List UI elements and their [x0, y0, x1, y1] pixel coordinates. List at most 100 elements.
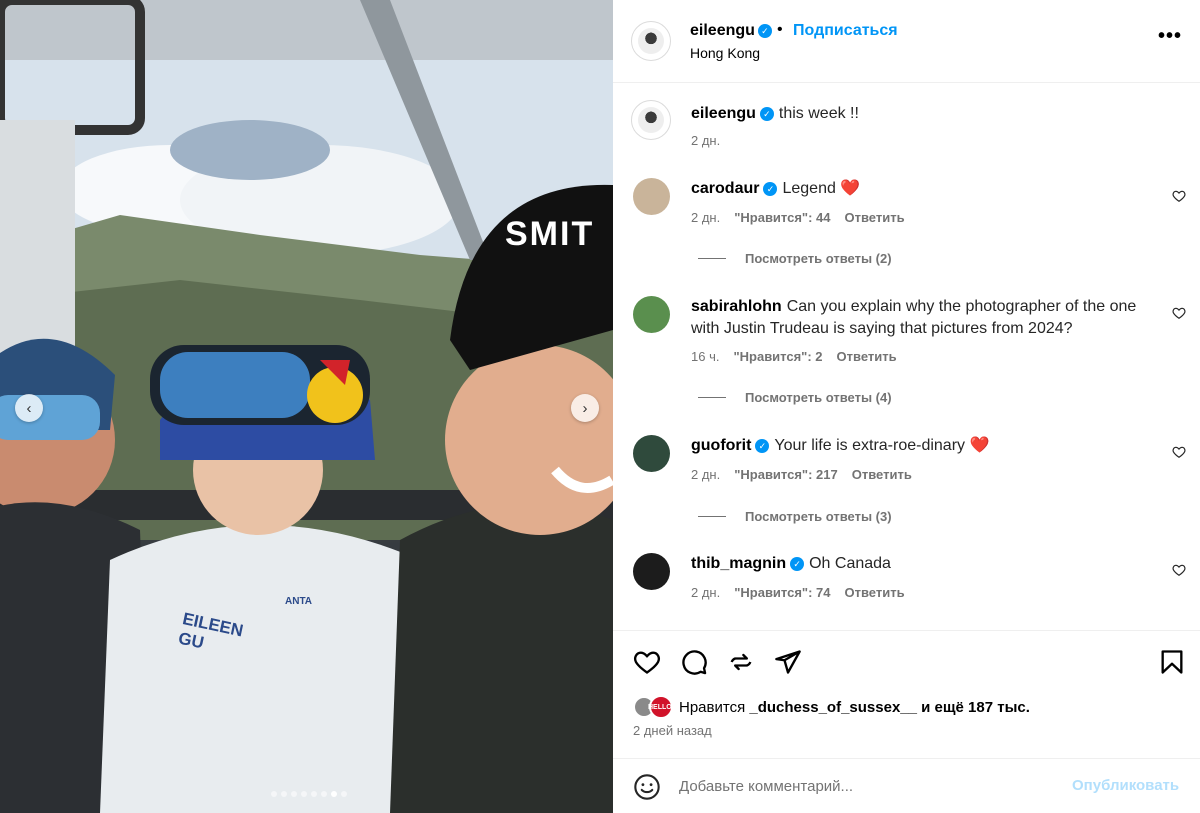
replies-divider — [698, 397, 726, 398]
caption: eileengu ✓ this week !! — [691, 103, 859, 125]
comment-username[interactable]: carodaur ✓ — [691, 180, 778, 197]
comment-like-heart-icon[interactable] — [1172, 445, 1186, 459]
carousel-dot — [271, 791, 277, 797]
view-replies-button[interactable]: Посмотреть ответы (2) — [698, 251, 892, 266]
comment-time[interactable]: 2 дн. — [691, 467, 720, 482]
comment-likes[interactable]: "Нравится": 74 — [734, 585, 830, 600]
verified-badge-icon: ✓ — [763, 182, 778, 196]
post-side-panel: eileengu ✓ • Подписаться Hong Kong ••• ei… — [613, 0, 1200, 813]
separator-dot: • — [777, 21, 783, 38]
verified-badge-icon: ✓ — [790, 557, 805, 571]
comment-likes[interactable]: "Нравится": 2 — [733, 349, 822, 364]
carousel-dot — [281, 791, 287, 797]
carousel-dot — [331, 791, 337, 797]
carousel-dot — [291, 791, 297, 797]
comment-text: Your life is extra-roe-dinary ❤️ — [774, 437, 990, 454]
owner-avatar[interactable] — [631, 21, 671, 61]
view-replies-label[interactable]: Посмотреть ответы (2) — [745, 251, 892, 266]
replies-divider — [698, 258, 726, 259]
comment-username[interactable]: thib_magnin ✓ — [691, 555, 805, 572]
comment-meta: 16 ч. "Нравится": 2 Ответить — [691, 349, 897, 364]
comment-time[interactable]: 2 дн. — [691, 210, 720, 225]
liker-avatar-hello: HELLO! — [648, 695, 674, 719]
brand-text: ANTA — [285, 596, 313, 607]
likes-summary[interactable]: HELLO! Нравится _duchess_of_sussex__ и е… — [633, 695, 1030, 719]
follow-button[interactable]: Подписаться — [793, 22, 898, 40]
reply-button[interactable]: Ответить — [845, 210, 905, 225]
chevron-right-icon: › — [582, 399, 588, 417]
commenter-avatar[interactable] — [633, 296, 670, 333]
verified-badge-icon: ✓ — [755, 439, 770, 453]
carousel-next-button[interactable]: › — [571, 394, 599, 422]
more-options-icon[interactable]: ••• — [1158, 25, 1182, 48]
comment-time[interactable]: 2 дн. — [691, 585, 720, 600]
carousel-prev-button[interactable]: ‹ — [15, 394, 43, 422]
reply-button[interactable]: Ответить — [852, 467, 912, 482]
post-header: eileengu ✓ • Подписаться Hong Kong ••• — [613, 0, 1200, 83]
comment-text: Legend ❤️ — [782, 180, 861, 197]
comment-meta: 2 дн. "Нравится": 217 Ответить — [691, 467, 912, 482]
commenter-avatar[interactable] — [633, 435, 670, 472]
caption-text: this week !! — [778, 105, 859, 122]
comment-meta: 2 дн. "Нравится": 44 Ответить — [691, 210, 905, 225]
verified-badge-icon: ✓ — [759, 107, 774, 121]
caption-username[interactable]: eileengu ✓ — [691, 105, 774, 122]
comment-username[interactable]: sabirahlohn — [691, 298, 782, 315]
comment-likes[interactable]: "Нравится": 217 — [734, 467, 838, 482]
carousel-dot — [321, 791, 327, 797]
comment: sabirahlohn Can you explain why the photo… — [691, 296, 1171, 340]
view-replies-label[interactable]: Посмотреть ответы (3) — [745, 509, 892, 524]
comment: thib_magnin ✓ Oh Canada — [691, 553, 891, 575]
heart-icon[interactable] — [633, 648, 661, 676]
caption-avatar[interactable] — [631, 100, 671, 140]
comment-like-heart-icon[interactable] — [1172, 306, 1186, 320]
comment-bar: Опубликовать — [613, 758, 1200, 813]
view-replies-button[interactable]: Посмотреть ответы (4) — [698, 390, 892, 405]
commenter-avatar[interactable] — [633, 178, 670, 215]
post-time[interactable]: 2 дней назад — [633, 723, 712, 738]
bookmark-icon[interactable] — [1158, 648, 1186, 676]
replies-divider — [698, 516, 726, 517]
location-label[interactable]: Hong Kong — [690, 45, 760, 61]
likes-user[interactable]: _duchess_of_sussex__ — [749, 699, 917, 716]
comment-text-line1: Can you explain why the photographer of … — [786, 298, 1137, 315]
photo-illustration — [0, 0, 613, 813]
reply-button[interactable]: Ответить — [845, 585, 905, 600]
caption-meta: 2 дн. — [691, 133, 720, 148]
verified-badge-icon: ✓ — [757, 24, 772, 38]
reply-button[interactable]: Ответить — [837, 349, 897, 364]
likes-prefix: Нравится — [679, 698, 746, 716]
emoji-icon[interactable] — [633, 773, 661, 801]
comment-like-heart-icon[interactable] — [1172, 563, 1186, 577]
publish-button[interactable]: Опубликовать — [1072, 777, 1179, 794]
owner-username-text[interactable]: eileengu — [690, 22, 755, 39]
post-photo[interactable]: SMIT EILEEN GU ANTA ‹ › — [0, 0, 613, 813]
comment-like-heart-icon[interactable] — [1172, 189, 1186, 203]
comment-likes[interactable]: "Нравится": 44 — [734, 210, 830, 225]
comment-input[interactable] — [679, 773, 1059, 799]
jacket-name-line2: GU — [176, 628, 206, 653]
carousel-dot — [301, 791, 307, 797]
likes-suffix[interactable]: и ещё 187 тыс. — [921, 699, 1030, 716]
carousel-dot — [311, 791, 317, 797]
comment-text: Oh Canada — [809, 555, 891, 572]
comment-username[interactable]: guoforit ✓ — [691, 437, 770, 454]
commenter-avatar[interactable] — [633, 553, 670, 590]
comment-meta: 2 дн. "Нравится": 74 Ответить — [691, 585, 905, 600]
carousel-dots — [271, 791, 347, 797]
view-replies-label[interactable]: Посмотреть ответы (4) — [745, 390, 892, 405]
caption-time[interactable]: 2 дн. — [691, 133, 720, 148]
post-actions: HELLO! Нравится _duchess_of_sussex__ и е… — [613, 630, 1200, 750]
helmet-text: SMIT — [505, 215, 595, 253]
comment-text-line2: with Justin Trudeau is saying that pictu… — [691, 320, 1073, 337]
comment-icon[interactable] — [680, 648, 708, 676]
owner-username[interactable]: eileengu ✓ — [690, 22, 772, 40]
send-icon[interactable] — [774, 648, 802, 676]
comment: carodaur ✓ Legend ❤️ — [691, 178, 860, 200]
repost-icon[interactable] — [727, 648, 755, 676]
comment-time[interactable]: 16 ч. — [691, 349, 719, 364]
view-replies-button[interactable]: Посмотреть ответы (3) — [698, 509, 892, 524]
chevron-left-icon: ‹ — [26, 399, 32, 417]
liker-avatars: HELLO! — [633, 695, 675, 719]
carousel-dot — [341, 791, 347, 797]
